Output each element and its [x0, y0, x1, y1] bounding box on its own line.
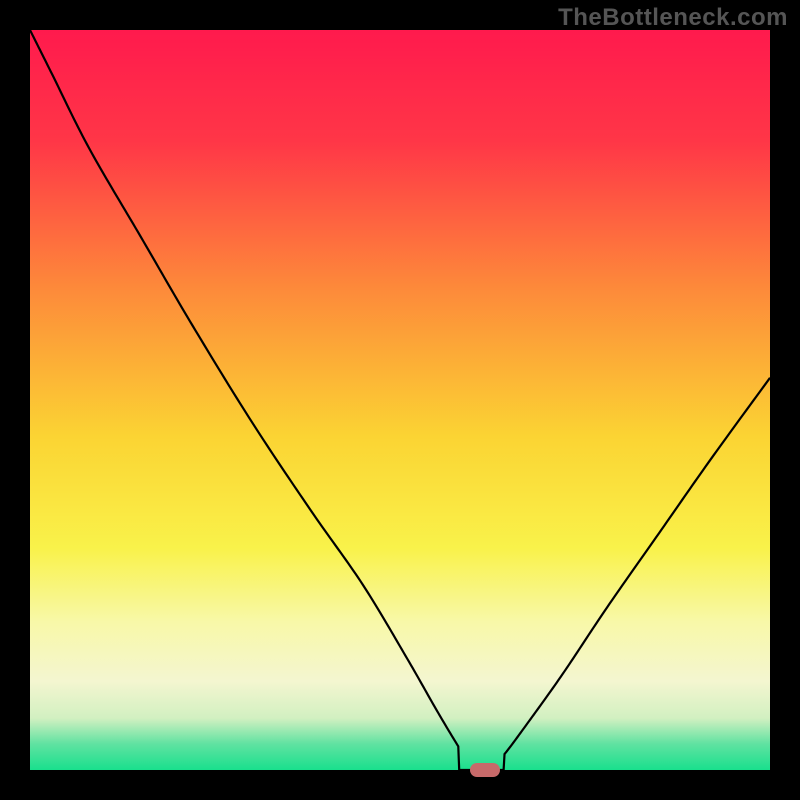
gradient-plot-svg [30, 30, 770, 770]
chart-frame: TheBottleneck.com [0, 0, 800, 800]
plot-area [30, 30, 770, 770]
watermark-text: TheBottleneck.com [558, 4, 788, 32]
gradient-background [30, 30, 770, 770]
optimum-marker [470, 763, 500, 777]
